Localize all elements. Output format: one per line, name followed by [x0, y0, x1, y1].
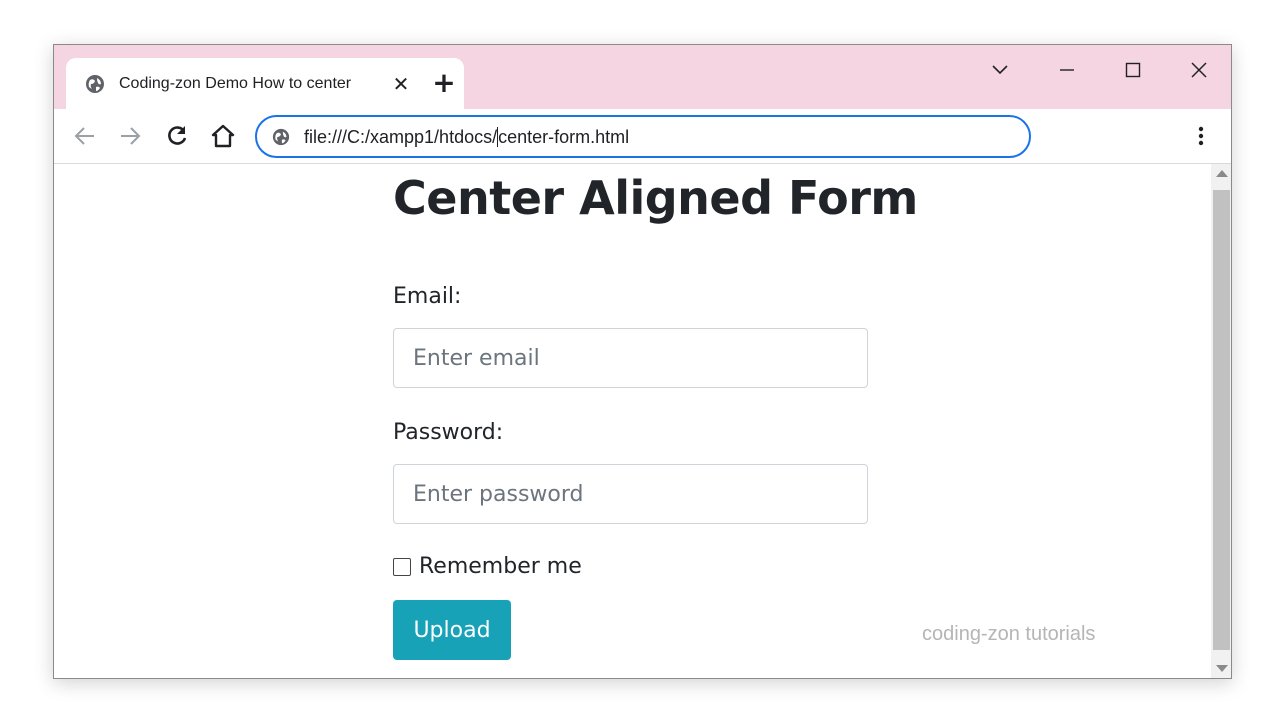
close-icon — [1191, 62, 1207, 78]
maximize-button[interactable] — [1110, 55, 1156, 85]
back-button[interactable] — [72, 123, 98, 149]
title-bar: Coding-zon Demo How to center ✕ + — [54, 45, 1231, 109]
watermark-text: coding-zon tutorials — [922, 623, 1096, 645]
minimize-button[interactable] — [1044, 55, 1090, 85]
back-arrow-icon — [74, 127, 94, 145]
page-title: Center Aligned Form — [393, 171, 918, 225]
browser-menu-button[interactable] — [1191, 123, 1211, 149]
tab-close-button[interactable]: ✕ — [390, 73, 412, 95]
email-field[interactable] — [393, 328, 868, 388]
maximize-icon — [1125, 62, 1141, 78]
globe-icon — [86, 75, 104, 93]
password-label: Password: — [393, 420, 504, 445]
remember-me-label[interactable]: Remember me — [419, 553, 582, 581]
email-label: Email: — [393, 284, 462, 309]
chevron-down-icon — [992, 65, 1008, 75]
upload-button[interactable]: Upload — [393, 600, 511, 660]
page-viewport: Center Aligned Form Email: Password: Rem… — [54, 164, 1211, 678]
tab-title: Coding-zon Demo How to center — [119, 75, 352, 92]
url-path: file:///C:/xampp1/htdocs/ — [304, 127, 498, 147]
globe-icon — [272, 128, 290, 146]
minimize-icon — [1060, 69, 1074, 71]
tab-search-button[interactable] — [977, 55, 1023, 85]
address-url[interactable]: file:///C:/xampp1/htdocs/center-form.htm… — [304, 126, 629, 148]
home-button[interactable] — [210, 123, 236, 149]
password-field[interactable] — [393, 464, 868, 524]
close-window-button[interactable] — [1176, 55, 1222, 85]
forward-button[interactable] — [117, 123, 143, 149]
scrollbar-thumb[interactable] — [1213, 190, 1230, 650]
scroll-up-arrow-icon[interactable] — [1216, 170, 1228, 177]
browser-toolbar: file:///C:/xampp1/htdocs/center-form.htm… — [54, 109, 1231, 164]
home-icon — [211, 124, 235, 148]
vertical-scrollbar[interactable] — [1211, 164, 1231, 678]
address-bar[interactable]: file:///C:/xampp1/htdocs/center-form.htm… — [255, 115, 1031, 158]
vertical-dots-icon — [1198, 126, 1204, 146]
reload-icon — [168, 126, 187, 145]
remember-me-checkbox[interactable] — [393, 558, 411, 576]
tab-title-fade — [351, 70, 375, 98]
scroll-down-arrow-icon[interactable] — [1216, 665, 1228, 672]
new-tab-button[interactable]: + — [430, 69, 458, 97]
browser-tab[interactable]: Coding-zon Demo How to center ✕ — [66, 58, 464, 109]
url-file: center-form.html — [498, 127, 630, 147]
forward-arrow-icon — [121, 127, 141, 145]
browser-window: Coding-zon Demo How to center ✕ + file:/… — [53, 44, 1232, 679]
reload-button[interactable] — [164, 123, 190, 149]
